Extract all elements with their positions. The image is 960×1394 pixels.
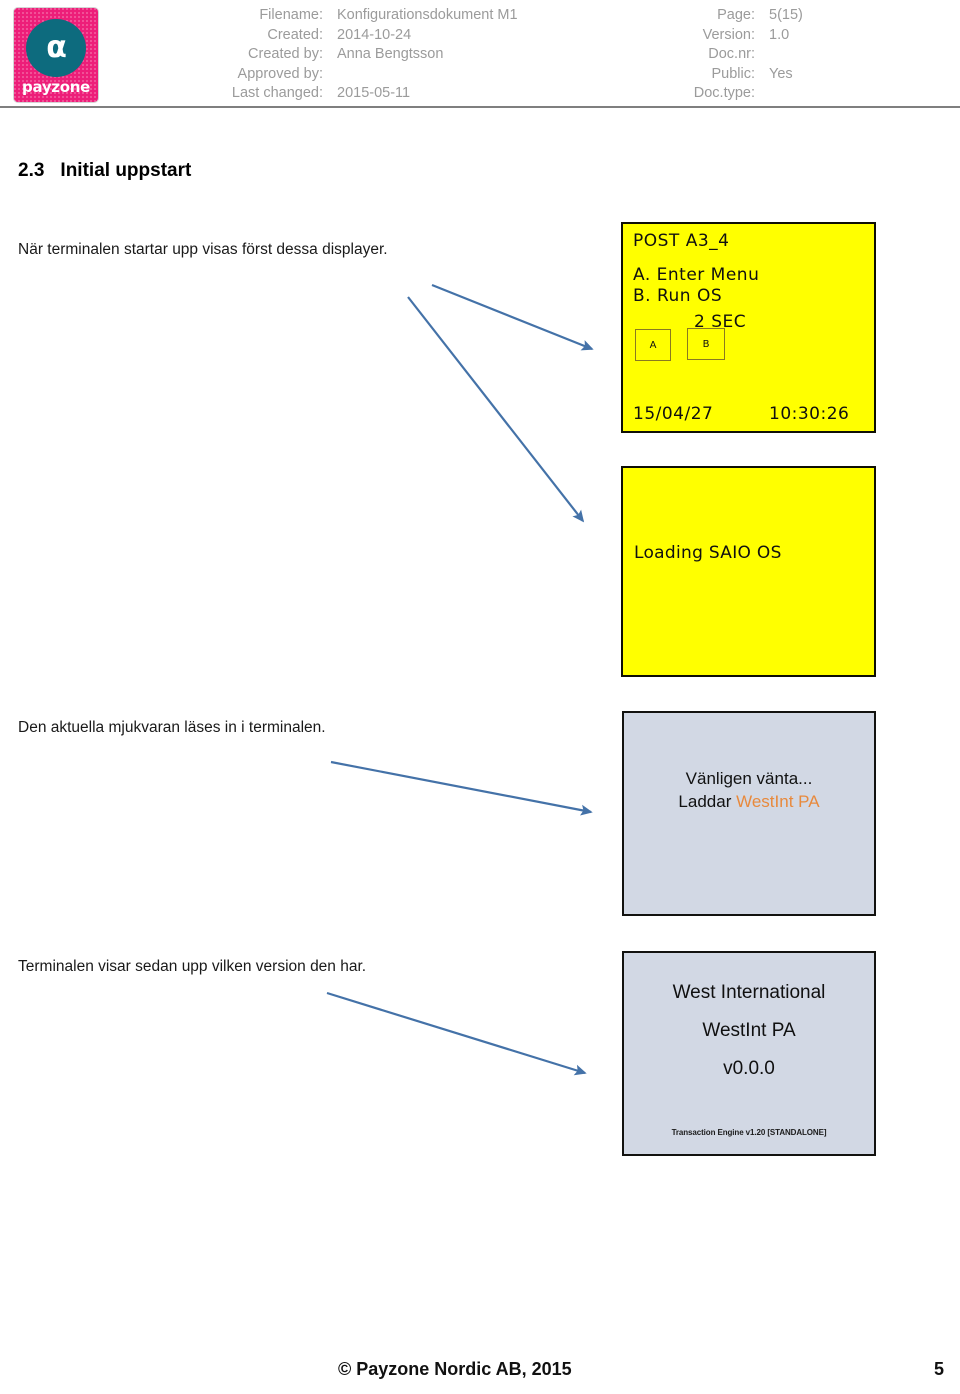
loading-status-text: Loading SAIO OS (634, 543, 782, 563)
header-meta-right: Page: 5(15) Version: 1.0 Doc.nr: Public:… (660, 6, 803, 104)
arrow-para3-to-version (326, 991, 587, 1076)
version-engine-text: Transaction Engine v1.20 [STANDALONE] (671, 1128, 827, 1137)
version-application-name: WestInt PA (702, 1020, 796, 1041)
meta-value-created-by: Anna Bengtsson (337, 46, 444, 62)
meta-label-version: Version: (702, 26, 755, 43)
wait-please-wait-text: Vänligen vänta... (685, 769, 813, 788)
meta-value-doc-type (769, 84, 803, 104)
document-header: α payzone Filename: Konfigurationsdokume… (0, 0, 960, 108)
post-softkey-a: A (635, 329, 671, 361)
meta-label-created-by: Created by: (248, 46, 323, 62)
wait-loading-app-line: Laddar WestInt PA (624, 792, 874, 812)
paragraph-software-load: Den aktuella mjukvaran läses in i termin… (18, 719, 326, 736)
meta-value-page: 5(15) (769, 7, 803, 23)
meta-value-doc-nr (769, 45, 803, 65)
post-option-b-text: B. Run OS (633, 286, 723, 306)
meta-value-approved-by (337, 65, 518, 85)
post-title-text: POST A3_4 (633, 231, 730, 251)
terminal-display-post: POST A3_4 A. Enter Menu B. Run OS 2 SEC … (621, 222, 876, 433)
meta-value-public: Yes (769, 65, 793, 82)
arrow-connector-layer (326, 283, 594, 1076)
section-title: Initial uppstart (60, 160, 192, 181)
meta-value-filename: Konfigurationsdokument M1 (337, 7, 518, 23)
footer-page-number: 5 (933, 1359, 944, 1379)
section-heading: 2.3 Initial uppstart (18, 160, 191, 182)
paragraph-startup-displays: När terminalen startar upp visas först d… (18, 241, 388, 258)
wait-loading-app-name: WestInt PA (736, 792, 820, 811)
version-number-text: v0.0.0 (723, 1058, 775, 1079)
post-option-a-text: A. Enter Menu (633, 265, 760, 285)
logo-circle-icon: α (26, 19, 86, 77)
version-company-name: West International (672, 982, 826, 1003)
arrow-para2-to-wait (330, 760, 593, 816)
paragraph-version-display: Terminalen visar sedan upp vilken versio… (18, 958, 367, 975)
meta-label-last-changed: Last changed: (231, 85, 323, 101)
meta-label-page: Page: (717, 7, 755, 23)
meta-label-doc-nr: Doc.nr: (708, 46, 755, 62)
meta-label-approved-by: Approved by: (237, 65, 323, 82)
wait-loading-prefix: Laddar (678, 792, 737, 811)
post-date-text: 15/04/27 (633, 404, 714, 424)
terminal-display-loading: Loading SAIO OS (621, 466, 876, 677)
terminal-display-please-wait: Vänligen vänta... Laddar WestInt PA (622, 711, 876, 916)
meta-label-doc-type: Doc.type: (693, 85, 755, 101)
meta-value-version: 1.0 (769, 26, 790, 43)
logo-wordmark: payzone (22, 78, 90, 96)
meta-label-public: Public: (711, 65, 755, 82)
arrow-para1-to-loading (407, 296, 585, 523)
footer-copyright: © Payzone Nordic AB, 2015 (338, 1359, 572, 1379)
meta-value-last-changed: 2015-05-11 (337, 85, 411, 101)
payzone-logo: α payzone (14, 8, 98, 102)
meta-label-filename: Filename: (259, 7, 323, 23)
meta-label-created: Created: (267, 26, 323, 43)
meta-value-created: 2014-10-24 (337, 26, 412, 43)
header-meta-left: Filename: Konfigurationsdokument M1 Crea… (188, 6, 518, 104)
post-time-text: 10:30:26 (769, 404, 850, 424)
section-number: 2.3 (18, 160, 45, 181)
arrow-para1-to-post (431, 283, 594, 351)
header-divider (0, 106, 960, 108)
logo-alpha-glyph: α (46, 30, 67, 65)
terminal-display-version: West International WestInt PA v0.0.0 Tra… (622, 951, 876, 1156)
post-softkey-b: B (687, 328, 725, 360)
